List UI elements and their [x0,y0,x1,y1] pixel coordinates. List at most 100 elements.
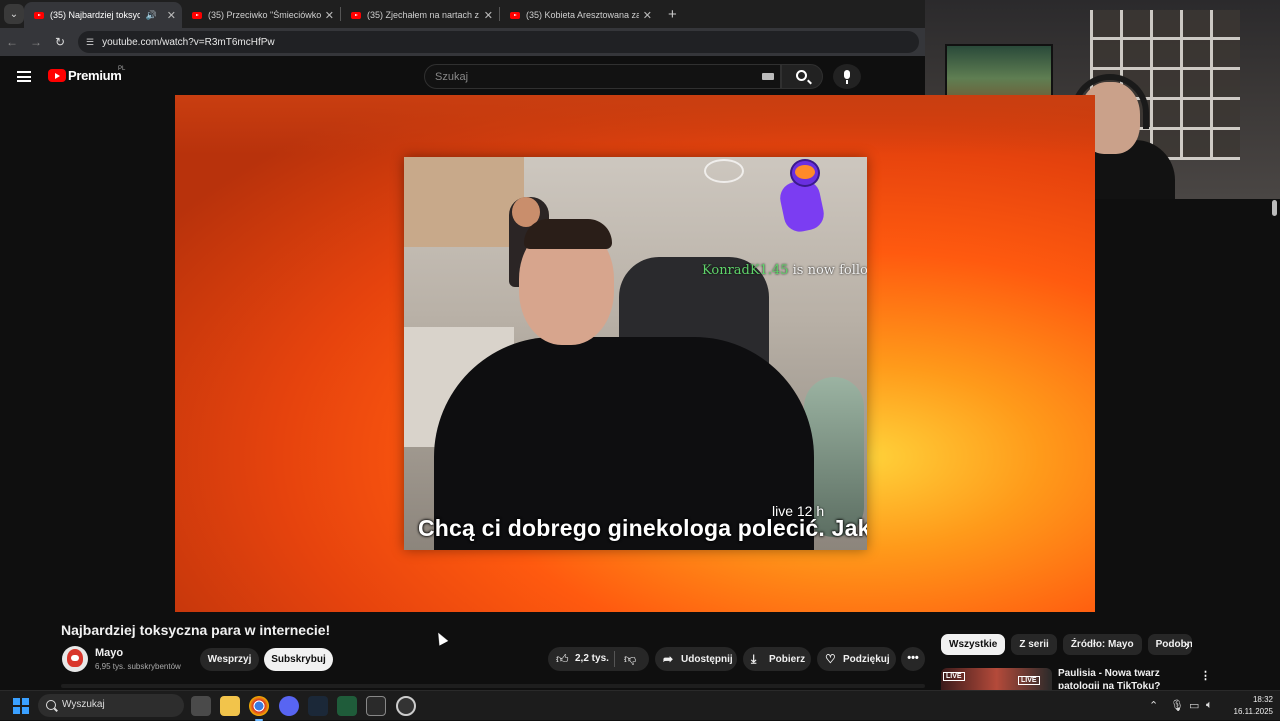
scrollbar-thumb[interactable] [1272,200,1277,216]
mouse-cursor [433,630,449,646]
url-input[interactable]: ☰ youtube.com/watch?v=R3mT6mcHfPw [78,31,919,53]
download-label: Pobierz [769,653,806,665]
menu-icon[interactable] [17,71,31,82]
tab-search-button[interactable]: ⌄ [4,4,24,24]
taskbar-clock[interactable]: 18:32 16.11.2025 [1223,694,1273,718]
download-icon: ⤓ [751,652,757,666]
search-button[interactable] [781,64,823,89]
keyboard-icon[interactable] [762,73,774,80]
task-view-icon[interactable] [191,696,211,716]
steam-icon[interactable] [308,696,328,716]
live-badge: LIVE [1018,676,1040,685]
reload-icon[interactable]: ↻ [48,35,72,49]
close-icon[interactable]: ✕ [643,9,652,22]
thumbs-up-icon[interactable]: 👍︎ [556,652,569,667]
more-actions-button[interactable]: ••• [901,647,925,671]
obs-icon[interactable] [396,696,416,716]
chip-series[interactable]: Z serii [1011,634,1057,655]
share-label: Udostępnij [681,653,733,665]
webcam-aquarium [945,44,1053,102]
channel-name[interactable]: Mayo [95,647,123,659]
forward-icon[interactable]: → [24,35,48,49]
astronaut-visor [795,165,815,179]
tab-title: (35) Przeciwko "Śmieciówkom" [208,10,321,20]
site-info-icon[interactable]: ☰ [86,37,94,48]
chevron-right-icon[interactable]: › [1185,637,1190,653]
browser-tab-strip: ⌄ (35) Najbardziej toksyczna p 🔊 ✕ (35) … [0,0,925,28]
thanks-label: Podziękuj [843,653,890,665]
web-decoration [704,159,744,183]
youtube-favicon-icon [351,11,361,19]
player-background [175,95,1095,155]
voice-search-button[interactable] [833,64,861,89]
kitchen-cabinet [404,157,524,247]
like-count[interactable]: 2,2 tys. [575,653,609,664]
thanks-button[interactable]: ♡ Podziękuj [817,647,896,671]
more-vert-icon[interactable]: ⋮ [1200,669,1211,682]
follow-alert: KonradK1.45 is now follow [702,263,867,278]
subscribe-button[interactable]: Subskrybuj [264,648,333,671]
close-icon[interactable]: ✕ [325,9,334,22]
chip-source[interactable]: Źródło: Mayo [1062,634,1142,655]
xbox-icon[interactable] [337,696,357,716]
share-icon: ➦ [663,652,674,666]
heart-dollar-icon: ♡ [825,652,836,666]
network-icon[interactable]: ▭ [1189,699,1199,712]
man-hair [524,219,612,249]
support-button[interactable]: Wesprzyj [200,648,259,671]
youtube-favicon-icon [510,11,520,19]
search-icon [796,70,807,81]
speaker-icon[interactable]: 🔊 [146,10,157,21]
video-title: Najbardziej toksyczna para w internecie! [61,622,331,638]
close-icon[interactable]: ✕ [484,9,493,22]
video-player[interactable]: KonradK1.45 is now follow live 12 h Chcą… [175,95,1095,612]
new-tab-icon[interactable]: + [668,6,677,23]
tab-title: (35) Zjechałem na nartach z Mo [367,10,480,20]
youtube-masthead: Premium PL Szukaj [0,56,925,96]
clock-date: 16.11.2025 [1233,707,1273,716]
channel-avatar[interactable] [62,646,88,672]
chevron-up-icon[interactable]: ⌃ [1149,699,1158,712]
file-explorer-icon[interactable] [220,696,240,716]
volume-icon[interactable]: 🔈︎ [1206,699,1213,712]
video-subtitle: Chcą ci dobrego ginekologa polecić. Jak [418,515,867,541]
back-icon[interactable]: ← [0,35,24,49]
windows-taskbar: Wyszukaj ⌃ 🎙︎ ▭ 🔈︎ 18:32 16.11.2025 [0,690,1280,721]
like-divider [614,651,615,667]
follower-name: KonradK1.45 [702,263,789,278]
recommended-title[interactable]: Paulisia - Nowa twarz patologii na TikTo… [1058,667,1193,689]
tab-3[interactable]: (35) Zjechałem na nartach z Mo ✕ [341,2,499,28]
video-frame: KonradK1.45 is now follow live 12 h Chcą… [404,157,867,550]
brand-label[interactable]: Premium [68,68,122,83]
microphone-icon[interactable]: 🎙︎ [1170,699,1184,712]
tab-title: (35) Kobieta Aresztowana za Up [526,10,639,20]
chip-all[interactable]: Wszystkie [941,634,1006,655]
subscriber-count: 6,95 tys. subskrybentów [95,662,181,671]
epic-games-icon[interactable] [366,696,386,716]
chrome-icon[interactable] [249,696,269,721]
thumbs-down-icon[interactable]: 👎︎ [624,652,636,667]
search-input[interactable]: Szukaj [424,64,781,89]
tab-2[interactable]: (35) Przeciwko "Śmieciówkom" ✕ [182,2,340,28]
youtube-favicon-icon [192,11,202,19]
astronaut-sticker [764,159,834,247]
content-divider [61,684,925,688]
clock-time: 18:32 [1252,695,1273,704]
filter-chips: Wszystkie Z serii Źródło: Mayo Podobne [941,634,1192,655]
share-button[interactable]: ➦ Udostępnij [655,647,737,671]
like-dislike-group: 👍︎ 2,2 tys. 👎︎ [548,647,649,671]
recommended-thumbnail[interactable]: LIVE LIVE [941,668,1052,690]
region-label: PL [118,66,126,72]
taskbar-search[interactable]: Wyszukaj [38,694,184,717]
url-text: youtube.com/watch?v=R3mT6mcHfPw [102,36,275,48]
discord-icon[interactable] [279,696,299,716]
download-button[interactable]: ⤓ Pobierz [743,647,811,671]
tab-1[interactable]: (35) Najbardziej toksyczna p 🔊 ✕ [24,2,182,28]
address-bar: ← → ↻ ☰ youtube.com/watch?v=R3mT6mcHfPw [0,28,925,56]
youtube-logo-icon[interactable] [48,69,66,82]
follow-message: is now follow [792,263,867,278]
close-icon[interactable]: ✕ [167,9,176,22]
tab-title: (35) Najbardziej toksyczna p [50,10,140,20]
tab-4[interactable]: (35) Kobieta Aresztowana za Up ✕ [500,2,658,28]
windows-start-icon[interactable] [13,698,29,714]
